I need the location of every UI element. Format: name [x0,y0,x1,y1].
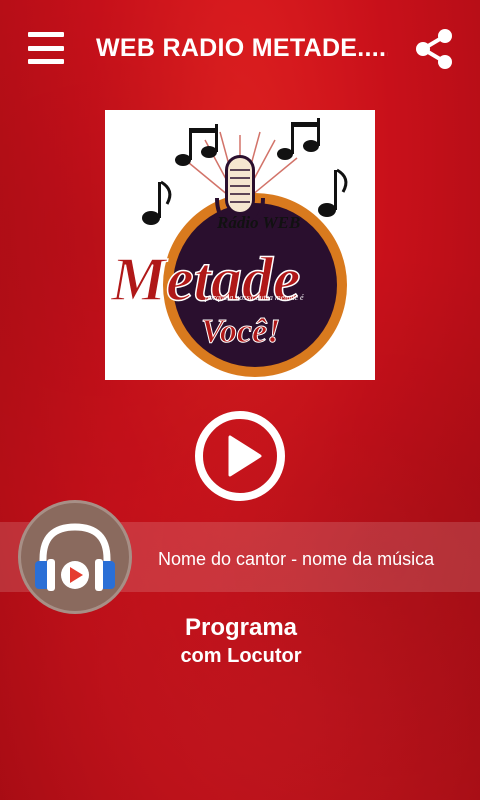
program-host: com Locutor [180,645,302,667]
hamburger-menu-icon [28,32,64,37]
app-title: WEB RADIO METADE..... [96,34,388,62]
svg-text:Rádio WEB: Rádio WEB [216,213,300,232]
play-icon [195,411,285,501]
station-logo: Rádio WEB Metade porque a nossa outra me… [105,110,375,380]
svg-text:Você!: Você! [201,313,280,350]
play-button[interactable] [194,410,286,502]
headphones-icon [35,523,115,591]
menu-button[interactable] [28,32,64,64]
station-logo-graphic: Rádio WEB Metade porque a nossa outra me… [109,118,348,377]
share-icon [416,29,452,69]
svg-text:Metade: Metade [110,246,300,314]
top-app-bar: WEB RADIO METADE..... [0,0,480,100]
svg-text:porque a nossa outra metade é: porque a nossa outra metade é [204,293,304,302]
share-button[interactable] [414,28,454,70]
program-name: Programa [184,614,298,641]
program-avatar [18,500,132,614]
now-playing-text: Nome do cantor - nome da música [158,549,435,569]
